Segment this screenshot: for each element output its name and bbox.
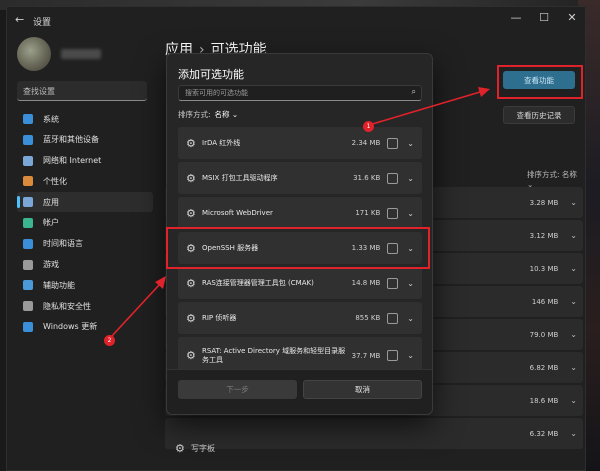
annotation-arrow-1 (368, 91, 481, 126)
annotation-arrowhead-1 (478, 87, 490, 97)
annotation-step-1: 1 (363, 121, 374, 132)
annotation-arrow-2 (110, 283, 161, 338)
annotation-step-2: 2 (104, 335, 115, 346)
annotation-arrows (110, 87, 490, 338)
